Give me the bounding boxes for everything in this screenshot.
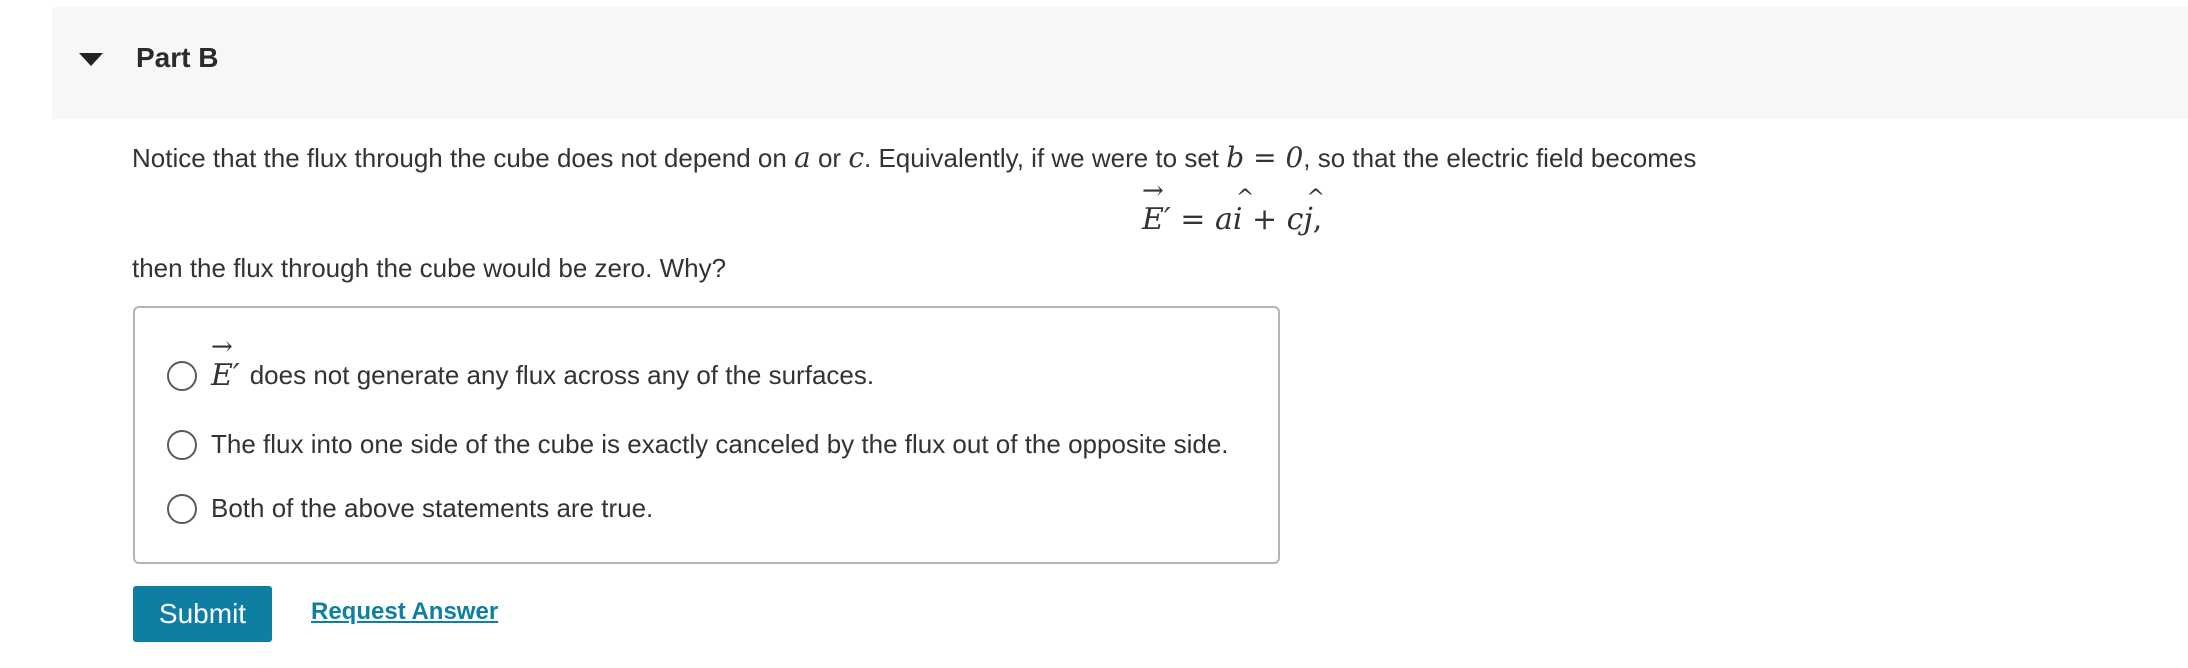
vector-arrow-icon: → xyxy=(1142,176,1164,206)
question-followup: then the flux through the cube would be … xyxy=(132,253,727,283)
question-prompt: Notice that the flux through the cube do… xyxy=(132,141,1696,174)
math-var-c: c xyxy=(848,141,865,174)
field-equation: → E′ = a ^ i + c ^ j, xyxy=(1142,178,1325,238)
prompt-text-1: Notice that the flux through the cube do… xyxy=(132,143,795,173)
eq-coef-c: c xyxy=(1286,202,1304,237)
eq-coef-a: a xyxy=(1214,202,1233,237)
choice-1-math: E′ xyxy=(211,358,240,393)
math-var-a: a xyxy=(794,141,811,174)
choice-2-label: The flux into one side of the cube is ex… xyxy=(211,429,1229,459)
vector-e-prime: → E′ xyxy=(1142,178,1171,237)
part-title: Part B xyxy=(136,42,219,73)
part-header[interactable]: Part B xyxy=(52,7,2188,119)
unit-vector-i: ^ i xyxy=(1233,188,1254,238)
choice-option-3[interactable]: Both of the above statements are true. xyxy=(167,493,653,524)
answer-choices: → E′ does not generate any flux across an… xyxy=(133,306,1280,564)
eq-equals: = xyxy=(1170,202,1215,237)
hat-icon: ^ xyxy=(1306,186,1325,211)
eq-field-symbol: E′ xyxy=(1142,202,1171,237)
choice-option-2[interactable]: The flux into one side of the cube is ex… xyxy=(167,429,1229,460)
choice-1-label: does not generate any flux across any of… xyxy=(249,360,875,390)
prompt-text-2: . Equivalently, if we were to set xyxy=(864,143,1227,173)
radio-button-icon[interactable] xyxy=(167,493,197,524)
vector-arrow-icon: → xyxy=(211,332,233,362)
radio-button-icon[interactable] xyxy=(167,429,197,460)
choice-3-label: Both of the above statements are true. xyxy=(211,493,654,523)
submit-button[interactable]: Submit xyxy=(133,586,272,642)
caret-down-icon[interactable] xyxy=(79,53,103,66)
prompt-text-or: or xyxy=(810,143,849,173)
unit-vector-j: ^ j xyxy=(1303,188,1324,238)
choice-option-1[interactable]: → E′ does not generate any flux across an… xyxy=(167,334,875,393)
math-var-b: b xyxy=(1226,141,1245,174)
vector-e-prime: → E′ xyxy=(211,334,240,393)
hat-icon: ^ xyxy=(1235,186,1255,211)
radio-button-icon[interactable] xyxy=(167,360,197,391)
math-eq-zero: = 0 xyxy=(1244,141,1304,174)
prompt-text-3: , so that the electric field becomes xyxy=(1303,143,1697,173)
request-answer-link[interactable]: Request Answer xyxy=(311,598,498,626)
